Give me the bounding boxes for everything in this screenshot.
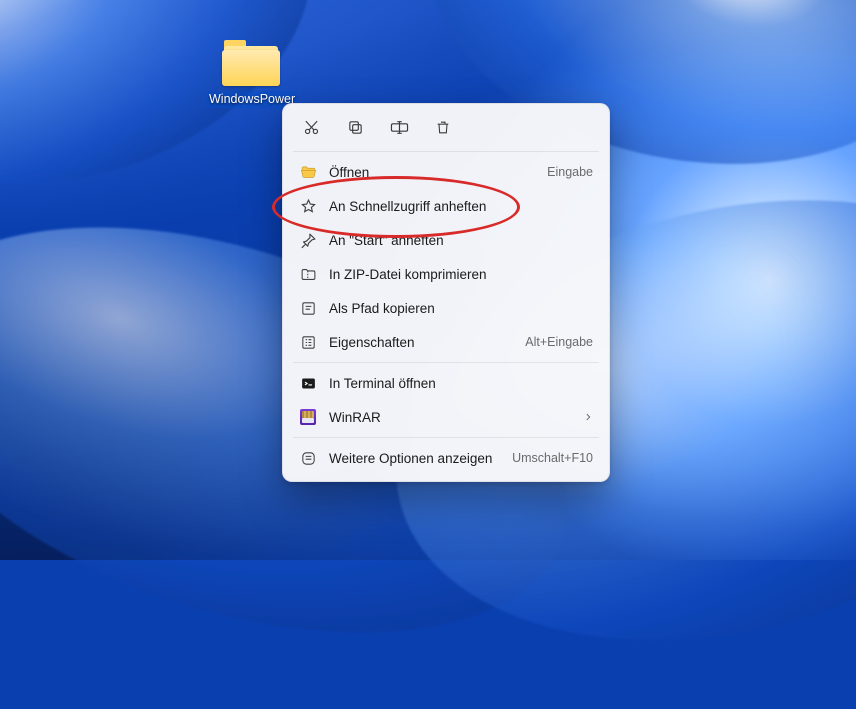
context-menu: Öffnen Eingabe An Schnellzugriff anhefte… [282,103,610,482]
menu-item-winrar[interactable]: WinRAR [289,400,603,434]
menu-separator [293,362,599,363]
folder-icon [222,44,280,88]
menu-item-pin-quick-access[interactable]: An Schnellzugriff anheften [289,189,603,223]
menu-item-open[interactable]: Öffnen Eingabe [289,155,603,189]
copy-icon [347,119,364,136]
menu-item-label: An "Start" anheften [329,233,593,248]
menu-item-label: Weitere Optionen anzeigen [329,451,500,466]
menu-separator [293,437,599,438]
rename-icon [390,119,409,136]
folder-open-icon [299,163,317,181]
menu-item-compress-zip[interactable]: In ZIP-Datei komprimieren [289,257,603,291]
more-options-icon [299,449,317,467]
properties-icon [299,333,317,351]
menu-separator [293,151,599,152]
menu-item-label: In ZIP-Datei komprimieren [329,267,593,282]
menu-item-more-options[interactable]: Weitere Optionen anzeigen Umschalt+F10 [289,441,603,475]
chevron-right-icon [583,412,593,422]
menu-item-shortcut: Umschalt+F10 [512,451,593,465]
menu-item-label: Als Pfad kopieren [329,301,593,316]
delete-button[interactable] [425,112,461,142]
cut-button[interactable] [293,112,329,142]
menu-item-properties[interactable]: Eigenschaften Alt+Eingabe [289,325,603,359]
scissors-icon [303,119,320,136]
menu-item-shortcut: Alt+Eingabe [525,335,593,349]
copy-path-icon [299,299,317,317]
menu-item-label: Eigenschaften [329,335,513,350]
copy-button[interactable] [337,112,373,142]
menu-item-open-terminal[interactable]: In Terminal öffnen [289,366,603,400]
pin-icon [299,231,317,249]
menu-item-copy-as-path[interactable]: Als Pfad kopieren [289,291,603,325]
terminal-icon [299,374,317,392]
rename-button[interactable] [381,112,417,142]
trash-icon [435,119,451,136]
menu-item-label: In Terminal öffnen [329,376,593,391]
menu-item-pin-start[interactable]: An "Start" anheften [289,223,603,257]
menu-item-label: Öffnen [329,165,535,180]
winrar-icon [299,408,317,426]
star-icon [299,197,317,215]
context-menu-action-row [289,110,603,148]
zip-icon [299,265,317,283]
desktop-folder[interactable]: WindowsPower [206,44,296,108]
menu-item-shortcut: Eingabe [547,165,593,179]
menu-item-label: An Schnellzugriff anheften [329,199,593,214]
menu-item-label: WinRAR [329,410,571,425]
